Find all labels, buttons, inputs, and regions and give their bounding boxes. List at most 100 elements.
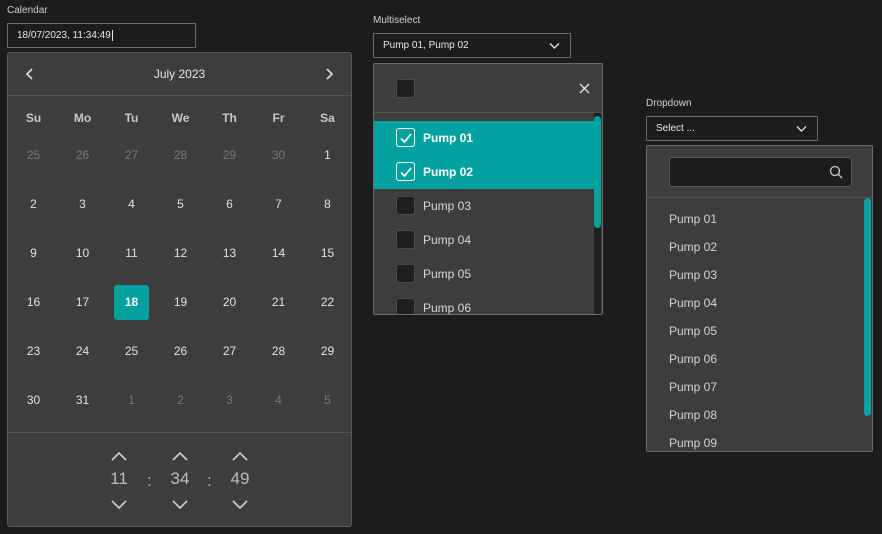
dropdown-input[interactable]: Select ... bbox=[646, 116, 818, 141]
scrollbar-thumb[interactable] bbox=[864, 198, 871, 416]
calendar-day[interactable]: 13 bbox=[212, 236, 247, 271]
calendar-day[interactable]: 24 bbox=[65, 334, 100, 369]
calendar-header: July 2023 bbox=[8, 53, 351, 96]
seconds-value[interactable]: 49 bbox=[220, 469, 260, 489]
calendar-day[interactable]: 4 bbox=[114, 187, 149, 222]
calendar-day[interactable]: 31 bbox=[65, 383, 100, 418]
calendar-day[interactable]: 17 bbox=[65, 285, 100, 320]
calendar-day[interactable]: 20 bbox=[212, 285, 247, 320]
chevron-down-icon bbox=[796, 125, 807, 132]
calendar-day[interactable]: 15 bbox=[310, 236, 345, 271]
dropdown-option[interactable]: Pump 09 bbox=[669, 436, 717, 450]
calendar-day[interactable]: 16 bbox=[16, 285, 51, 320]
chevron-up-icon[interactable] bbox=[231, 450, 249, 462]
calendar-day[interactable]: 29 bbox=[212, 138, 247, 173]
calendar-day[interactable]: 6 bbox=[212, 187, 247, 222]
minutes-value[interactable]: 34 bbox=[160, 469, 200, 489]
weekday-label: Sa bbox=[320, 111, 335, 125]
weekday-label: Su bbox=[25, 111, 42, 125]
calendar-day[interactable]: 3 bbox=[65, 187, 100, 222]
dropdown-option[interactable]: Pump 04 bbox=[669, 296, 717, 310]
checkbox[interactable] bbox=[396, 230, 415, 249]
dropdown-option[interactable]: Pump 03 bbox=[669, 268, 717, 282]
calendar-day[interactable]: 29 bbox=[310, 334, 345, 369]
checkbox[interactable] bbox=[396, 264, 415, 283]
calendar-day[interactable]: 25 bbox=[16, 138, 51, 173]
dropdown-value: Select ... bbox=[656, 123, 695, 134]
chevron-down-icon[interactable] bbox=[171, 499, 189, 511]
multiselect-option-label: Pump 04 bbox=[423, 233, 472, 247]
dropdown-label: Dropdown bbox=[646, 98, 692, 109]
chevron-up-icon[interactable] bbox=[171, 450, 189, 462]
calendar-day[interactable]: 26 bbox=[163, 334, 198, 369]
hours-value[interactable]: 11 bbox=[99, 469, 139, 489]
dropdown-search-bar bbox=[647, 146, 872, 198]
dropdown-option[interactable]: Pump 06 bbox=[669, 352, 717, 366]
calendar-day[interactable]: 27 bbox=[212, 334, 247, 369]
select-all-checkbox[interactable] bbox=[396, 79, 415, 98]
calendar-day[interactable]: 22 bbox=[310, 285, 345, 320]
calendar-day[interactable]: 2 bbox=[163, 383, 198, 418]
multiselect-option[interactable]: Pump 02 bbox=[374, 155, 594, 189]
calendar-day[interactable]: 14 bbox=[261, 236, 296, 271]
calendar-day[interactable]: 26 bbox=[65, 138, 100, 173]
calendar-day-selected[interactable]: 18 bbox=[114, 285, 149, 320]
time-separator: : bbox=[207, 471, 212, 490]
multiselect-input[interactable]: Pump 01, Pump 02 bbox=[373, 33, 571, 58]
weekday-label: We bbox=[171, 111, 190, 125]
weekday-label: Mo bbox=[73, 111, 92, 125]
multiselect-header bbox=[374, 64, 602, 113]
calendar-day[interactable]: 28 bbox=[163, 138, 198, 173]
calendar-day[interactable]: 4 bbox=[261, 383, 296, 418]
dropdown-option[interactable]: Pump 08 bbox=[669, 408, 717, 422]
calendar-day[interactable]: 7 bbox=[261, 187, 296, 222]
calendar-day[interactable]: 30 bbox=[261, 138, 296, 173]
calendar-day[interactable]: 12 bbox=[163, 236, 198, 271]
calendar-day[interactable]: 1 bbox=[310, 138, 345, 173]
multiselect-option[interactable]: Pump 01 bbox=[374, 121, 594, 155]
close-icon[interactable] bbox=[579, 83, 590, 94]
calendar-label: Calendar bbox=[7, 5, 48, 16]
dropdown-option[interactable]: Pump 05 bbox=[669, 324, 717, 338]
checkbox-checked[interactable] bbox=[396, 128, 415, 147]
calendar-day[interactable]: 11 bbox=[114, 236, 149, 271]
multiselect-option-label: Pump 05 bbox=[423, 267, 472, 281]
calendar-day[interactable]: 19 bbox=[163, 285, 198, 320]
multiselect-option[interactable]: Pump 03 bbox=[374, 189, 594, 223]
calendar-day[interactable]: 5 bbox=[310, 383, 345, 418]
calendar-day[interactable]: 27 bbox=[114, 138, 149, 173]
search-icon[interactable] bbox=[829, 165, 843, 179]
calendar-day[interactable]: 3 bbox=[212, 383, 247, 418]
dropdown-option[interactable]: Pump 07 bbox=[669, 380, 717, 394]
checkbox[interactable] bbox=[396, 196, 415, 215]
chevron-down-icon[interactable] bbox=[231, 499, 249, 511]
multiselect-option[interactable]: Pump 05 bbox=[374, 257, 594, 291]
calendar-month-label[interactable]: July 2023 bbox=[8, 67, 351, 81]
calendar-day[interactable]: 28 bbox=[261, 334, 296, 369]
calendar-day[interactable]: 30 bbox=[16, 383, 51, 418]
multiselect-option[interactable]: Pump 06 bbox=[374, 291, 594, 314]
chevron-right-icon[interactable] bbox=[321, 66, 337, 82]
checkbox-checked[interactable] bbox=[396, 162, 415, 181]
calendar-day[interactable]: 8 bbox=[310, 187, 345, 222]
check-icon bbox=[399, 132, 412, 143]
dropdown-option[interactable]: Pump 02 bbox=[669, 240, 717, 254]
scrollbar-thumb[interactable] bbox=[594, 116, 601, 228]
dropdown-option[interactable]: Pump 01 bbox=[669, 212, 717, 226]
dropdown-search-input[interactable] bbox=[670, 158, 820, 186]
calendar-day[interactable]: 2 bbox=[16, 187, 51, 222]
multiselect-option[interactable]: Pump 04 bbox=[374, 223, 594, 257]
calendar-day[interactable]: 21 bbox=[261, 285, 296, 320]
calendar-day[interactable]: 5 bbox=[163, 187, 198, 222]
calendar-input[interactable]: 18/07/2023, 11:34:49 bbox=[7, 23, 196, 48]
weekday-label: Fr bbox=[272, 111, 285, 125]
calendar-day[interactable]: 25 bbox=[114, 334, 149, 369]
chevron-down-icon[interactable] bbox=[110, 499, 128, 511]
calendar-day[interactable]: 23 bbox=[16, 334, 51, 369]
multiselect-value: Pump 01, Pump 02 bbox=[383, 40, 469, 51]
calendar-day[interactable]: 1 bbox=[114, 383, 149, 418]
calendar-day[interactable]: 10 bbox=[65, 236, 100, 271]
calendar-day[interactable]: 9 bbox=[16, 236, 51, 271]
chevron-up-icon[interactable] bbox=[110, 450, 128, 462]
checkbox[interactable] bbox=[396, 298, 415, 314]
